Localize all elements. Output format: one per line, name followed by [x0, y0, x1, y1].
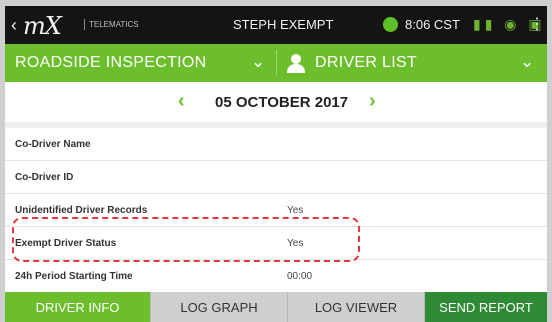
logo-subtitle: TELEMATICS: [84, 19, 139, 30]
driver-list-dropdown[interactable]: DRIVER LIST: [315, 54, 417, 72]
list-item: Co-Driver ID: [5, 161, 547, 194]
driver-title: STEPH EXEMPT: [233, 17, 334, 32]
overflow-menu-icon[interactable]: ⋮: [529, 14, 545, 34]
tab-driver-info[interactable]: DRIVER INFO: [5, 292, 151, 322]
chevron-down-icon[interactable]: ⌄: [520, 52, 534, 72]
status-time: 8:06 CST: [405, 17, 460, 32]
bottom-tab-bar: DRIVER INFO LOG GRAPH LOG VIEWER SEND RE…: [5, 292, 547, 322]
app-screen: ‹ mX TELEMATICS STEPH EXEMPT 8:06 CST ▮▮…: [5, 6, 547, 322]
list-item: 24h Period Starting Time 00:00: [5, 260, 547, 293]
tab-log-graph[interactable]: LOG GRAPH: [151, 292, 288, 322]
date-navigator: ‹ 05 OCTOBER 2017 ›: [5, 82, 547, 122]
status-bar: ‹ mX TELEMATICS STEPH EXEMPT 8:06 CST ▮▮…: [5, 6, 547, 44]
app-logo: mX: [23, 12, 62, 40]
previous-day-icon[interactable]: ‹: [178, 90, 185, 113]
row-value: Yes: [287, 205, 304, 216]
device-frame: ‹ mX TELEMATICS STEPH EXEMPT 8:06 CST ▮▮…: [0, 0, 552, 322]
navigation-header: ROADSIDE INSPECTION ⌄ DRIVER LIST ⌄: [5, 44, 547, 82]
send-report-button[interactable]: SEND REPORT: [425, 292, 547, 322]
roadside-inspection-dropdown[interactable]: ROADSIDE INSPECTION: [15, 54, 207, 72]
chevron-down-icon[interactable]: ⌄: [251, 52, 265, 72]
clock-icon: [383, 17, 398, 32]
next-day-icon[interactable]: ›: [369, 90, 376, 113]
back-chevron-icon[interactable]: ‹: [11, 15, 17, 36]
row-label: Unidentified Driver Records: [15, 205, 148, 216]
current-date: 05 OCTOBER 2017: [215, 94, 349, 111]
user-icon: [287, 54, 305, 73]
header-divider: [276, 50, 277, 76]
row-label: 24h Period Starting Time: [15, 271, 133, 282]
row-value: 00:00: [287, 271, 313, 282]
row-label: Co-Driver Name: [15, 139, 91, 150]
row-label: Co-Driver ID: [15, 172, 74, 183]
tab-log-viewer[interactable]: LOG VIEWER: [288, 292, 425, 322]
exempt-status-highlight: [12, 217, 360, 262]
list-item: Co-Driver Name: [5, 128, 547, 161]
